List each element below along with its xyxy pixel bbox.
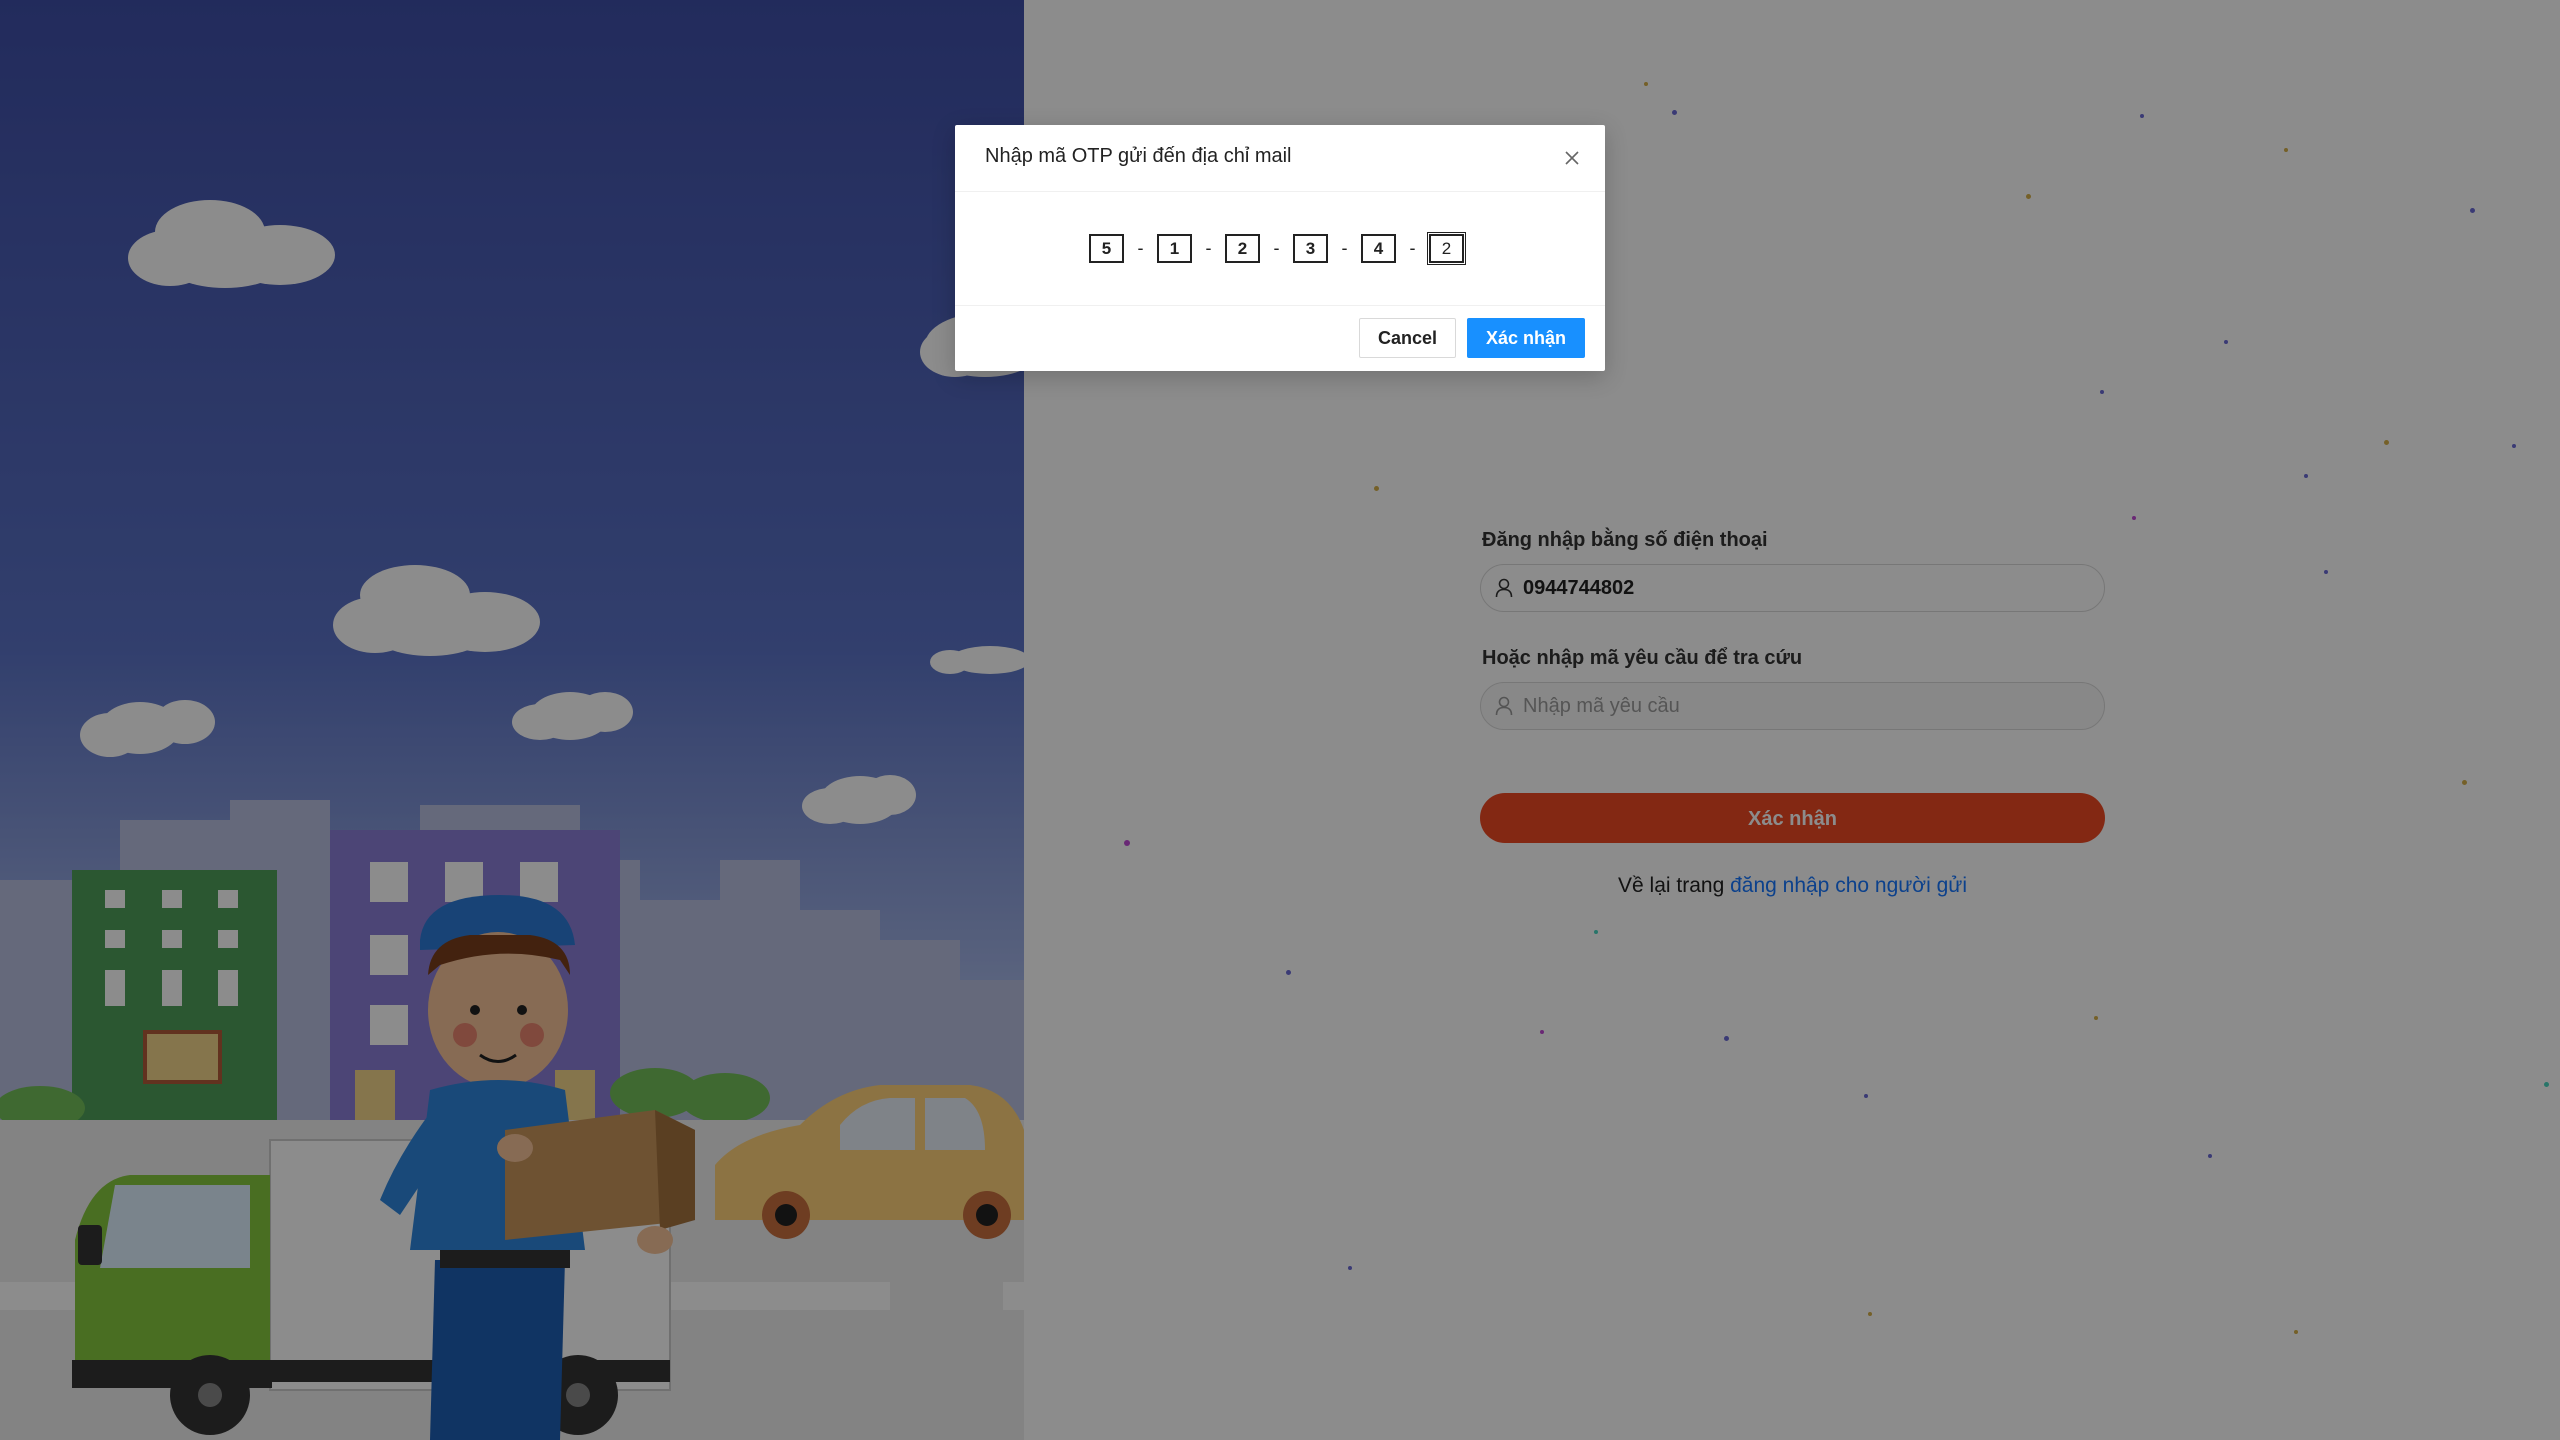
otp-separator: - bbox=[1341, 238, 1348, 258]
close-icon[interactable] bbox=[1559, 145, 1585, 171]
otp-digit-2[interactable]: 1 bbox=[1157, 234, 1192, 263]
otp-digit-3[interactable]: 2 bbox=[1225, 234, 1260, 263]
cancel-button[interactable]: Cancel bbox=[1359, 318, 1456, 358]
otp-digit-6[interactable]: 2 bbox=[1427, 232, 1466, 265]
modal-title: Nhập mã OTP gửi đến địa chỉ mail bbox=[985, 145, 1292, 167]
modal-body: 5 - 1 - 2 - 3 - 4 - 2 bbox=[955, 192, 1605, 306]
otp-input-group: 5 - 1 - 2 - 3 - 4 - 2 bbox=[1089, 232, 1466, 265]
otp-digit-5[interactable]: 4 bbox=[1361, 234, 1396, 263]
otp-separator: - bbox=[1137, 238, 1144, 258]
otp-separator: - bbox=[1273, 238, 1280, 258]
modal-header: Nhập mã OTP gửi đến địa chỉ mail bbox=[955, 125, 1605, 192]
otp-digit-1[interactable]: 5 bbox=[1089, 234, 1124, 263]
confirm-otp-button[interactable]: Xác nhận bbox=[1467, 318, 1585, 358]
modal-footer: Cancel Xác nhận bbox=[955, 306, 1605, 372]
otp-separator: - bbox=[1205, 238, 1212, 258]
otp-separator: - bbox=[1409, 238, 1416, 258]
otp-modal: Nhập mã OTP gửi đến địa chỉ mail 5 - 1 -… bbox=[955, 125, 1605, 371]
otp-digit-4[interactable]: 3 bbox=[1293, 234, 1328, 263]
